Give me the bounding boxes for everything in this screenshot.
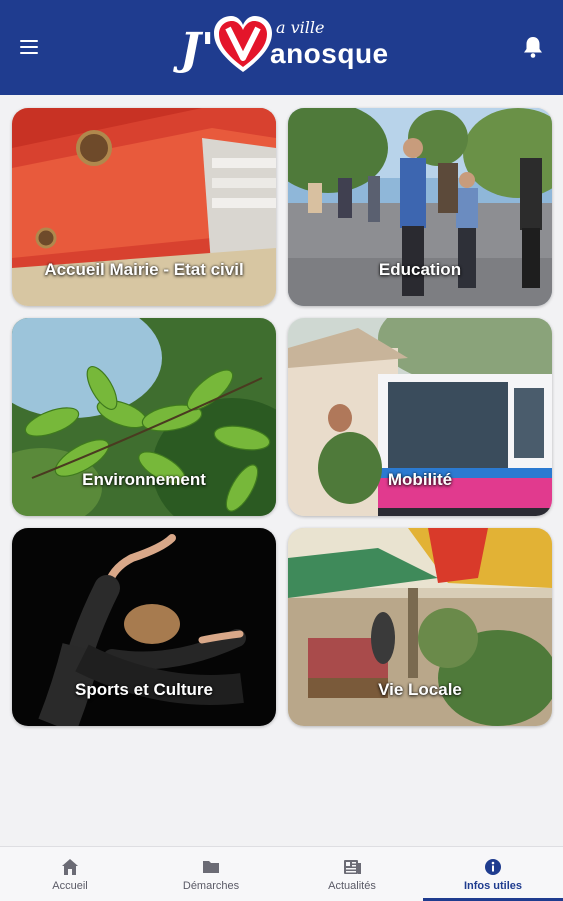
tab-label: Accueil [52, 880, 88, 892]
tile-environnement[interactable]: Environnement [12, 318, 276, 516]
logo-wordmark: anosque [270, 38, 389, 69]
logo: J' a ville anosque [180, 10, 390, 82]
tab-actualites[interactable]: Actualités [282, 847, 422, 901]
logo-tagline: a ville [276, 18, 325, 37]
tile-label: Sports et Culture [75, 680, 213, 699]
tile-label: Mobilité [387, 470, 453, 489]
home-icon [62, 859, 78, 875]
menu-icon[interactable] [18, 38, 42, 58]
tab-infos-utiles[interactable]: Infos utiles [423, 847, 563, 901]
tab-accueil[interactable]: Accueil [0, 847, 140, 901]
tile-label: Accueil Mairie - Etat civil [44, 260, 244, 279]
bottom-tab-bar: Accueil Démarches Actualités Infos utile… [0, 846, 563, 901]
tile-accueil-mairie[interactable]: Accueil Mairie - Etat civil [12, 108, 276, 306]
tab-label: Démarches [182, 880, 240, 892]
tab-demarches[interactable]: Démarches [141, 847, 281, 901]
heart-icon [214, 16, 272, 72]
tab-label: Actualités [328, 880, 376, 892]
tab-label: Infos utiles [463, 880, 523, 892]
tile-sports-culture[interactable]: Sports et Culture [12, 528, 276, 726]
tile-vie-locale[interactable]: Vie Locale [288, 528, 552, 726]
folder-icon [203, 861, 219, 873]
bell-icon[interactable] [520, 34, 546, 60]
news-icon [344, 860, 361, 874]
tile-label: Environnement [82, 470, 206, 489]
tile-education[interactable]: Education [288, 108, 552, 306]
info-icon [485, 859, 501, 875]
app-header: J' a ville anosque [0, 0, 563, 95]
tile-label: Education [378, 260, 462, 279]
tile-mobilite[interactable]: Mobilité [288, 318, 552, 516]
tile-label: Vie Locale [378, 680, 462, 699]
